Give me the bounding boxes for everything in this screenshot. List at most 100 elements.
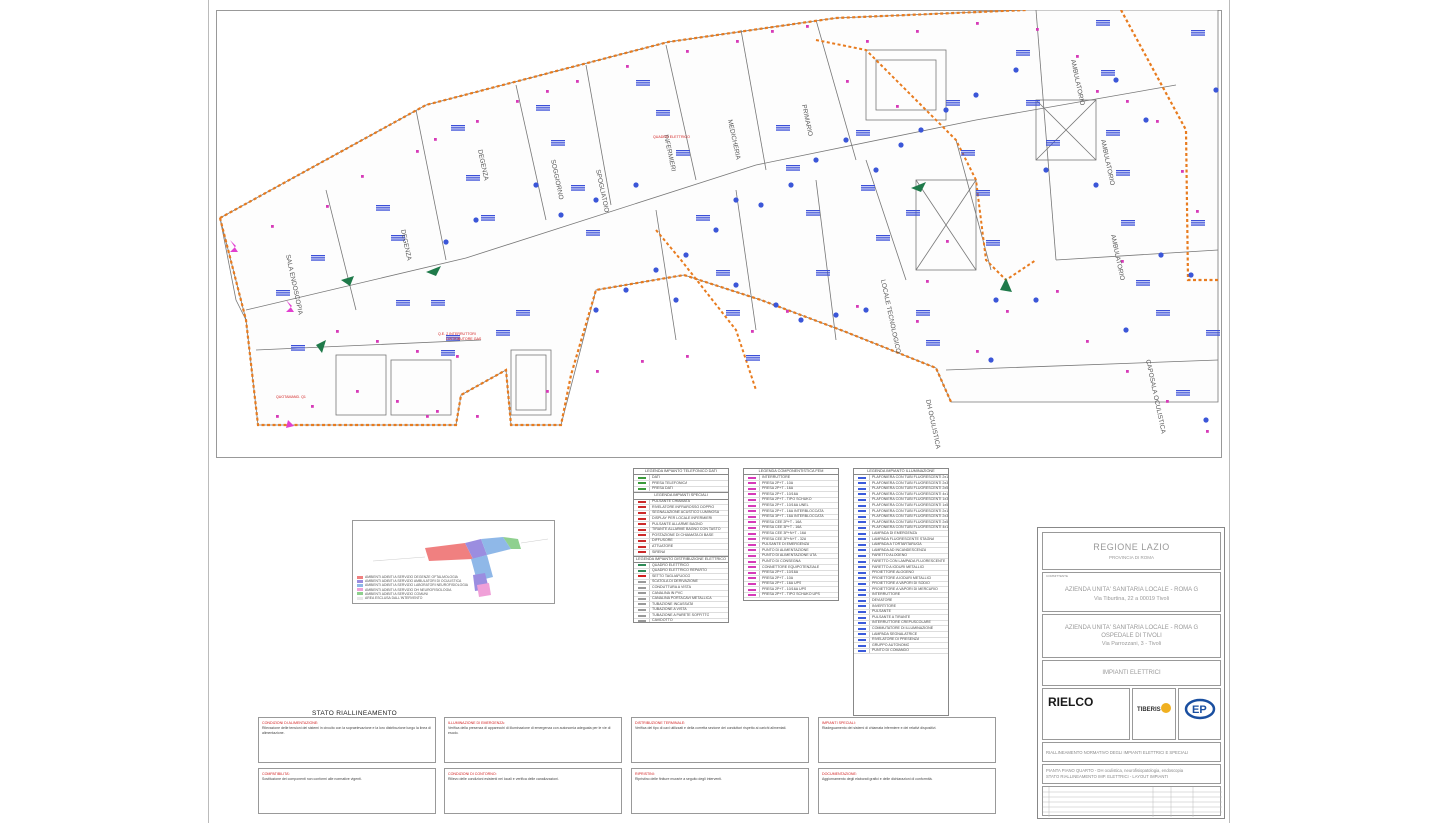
legend-special-label: DIFFUSORE bbox=[652, 538, 673, 543]
legend-ill-label: PLAFONIERA CON TUBI FLUORESCENTI 2x58W bbox=[872, 486, 948, 491]
legend-distribution-symbol-icon bbox=[634, 579, 650, 585]
emergency-light-icon bbox=[1203, 417, 1209, 423]
note-5-title: COMPATIBILITA': bbox=[262, 772, 291, 776]
emergency-light-icon bbox=[943, 107, 949, 113]
note-1: CONDIZIONI DI ALIMENTAZIONE: Rilevazione … bbox=[258, 717, 436, 763]
legend-ill-label: DEVIATORE bbox=[872, 598, 893, 603]
fluorescent-fixture-icon bbox=[1191, 30, 1205, 36]
legend-ill-symbol-icon bbox=[854, 643, 870, 648]
legend-distribution-label: CANALINA PORTACAVI METALLICA bbox=[652, 596, 712, 601]
fluorescent-fixture-icon bbox=[516, 310, 530, 316]
socket-icon bbox=[976, 22, 979, 25]
fluorescent-fixture-icon bbox=[586, 230, 600, 236]
legend-tel-label: DATI bbox=[652, 475, 660, 479]
note-8-body: Aggiornamento degli elaborati grafici e … bbox=[822, 777, 933, 782]
legend-ill-symbol-icon bbox=[854, 481, 870, 486]
legend-ill-symbol-icon bbox=[854, 604, 870, 609]
socket-icon bbox=[1181, 170, 1184, 173]
legend-tel-symbol-icon bbox=[634, 481, 650, 486]
socket-icon bbox=[686, 355, 689, 358]
legend-distribution-label: CAVIDOTTO bbox=[652, 618, 673, 623]
legend-ill-symbol-icon bbox=[854, 570, 870, 576]
note-2: ILLUMINAZIONE DI EMERGENZA: Verifica dell… bbox=[444, 717, 622, 763]
legend-distribution-symbol-icon bbox=[634, 585, 650, 590]
legend-ill-symbol-icon bbox=[854, 525, 870, 531]
fluorescent-fixture-icon bbox=[1026, 100, 1040, 106]
legend-fem-label: PRESA 2P+T - 10/16A bbox=[762, 570, 799, 575]
emergency-light-icon bbox=[593, 197, 599, 203]
legend-fem-label: PRESA CEE 3P+N+T - 16A bbox=[762, 530, 807, 535]
legend-distribution-symbol-icon bbox=[634, 607, 650, 613]
emergency-light-icon bbox=[1093, 182, 1099, 188]
legend-special-symbol-icon bbox=[634, 544, 650, 549]
socket-icon bbox=[1056, 290, 1059, 293]
fluorescent-fixture-icon bbox=[1206, 330, 1220, 336]
socket-icon bbox=[1196, 210, 1199, 213]
legend-ill-symbol-icon bbox=[854, 548, 870, 553]
legend-special-symbol-icon bbox=[634, 538, 650, 544]
tb-client1: AZIENDA UNITA' SANITARIA LOCALE - ROMA G bbox=[1064, 587, 1199, 593]
socket-icon bbox=[926, 280, 929, 283]
legend-fem-symbol-icon bbox=[744, 592, 760, 598]
tb-client1-addr: Via Tiburtina, 22 a 00019 Tivoli bbox=[1093, 596, 1170, 602]
emergency-light-icon bbox=[713, 227, 719, 233]
legend-ill-label: PROIETTORE A IODURI METALLICI bbox=[872, 575, 932, 580]
legend-special-symbol-icon bbox=[634, 510, 650, 516]
fluorescent-fixture-icon bbox=[496, 330, 510, 336]
legend-special-label: POSTAZIONE DI CHIAMATA DI BASE bbox=[652, 532, 714, 537]
legend-special-symbol-icon bbox=[634, 499, 650, 505]
legend-ill-label: PLAFONIERA CON TUBI FLUORESCENTI 4x18W bbox=[872, 491, 948, 496]
legend-ill-label: COMMUTATORE DI ILLUMINAZIONE bbox=[872, 626, 934, 631]
legend-special-label: PULSANTE ALLARME BAGNO bbox=[652, 521, 703, 526]
socket-icon bbox=[276, 415, 279, 418]
legend-fem-symbol-icon bbox=[744, 587, 760, 592]
legend-tel-label: PRESA TELEFONICA bbox=[652, 480, 688, 485]
socket-icon bbox=[476, 120, 479, 123]
fluorescent-fixture-icon bbox=[816, 270, 830, 276]
ep-logo-icon: EP bbox=[1184, 698, 1216, 720]
socket-icon bbox=[946, 240, 949, 243]
emergency-light-icon bbox=[813, 157, 819, 163]
legend-ill-label: PLAFONIERA CON TUBI FLUORESCENTI 2x58W bbox=[872, 519, 948, 524]
note-3-body: Verifica del tipo di cavi utilizzati e d… bbox=[635, 726, 787, 731]
legend-fem-label: PRESA CEE 3P+N+T - 32A bbox=[762, 536, 807, 541]
legend-fem-symbol-icon bbox=[744, 481, 760, 486]
socket-icon bbox=[846, 80, 849, 83]
legend-fem-symbol-icon bbox=[744, 525, 760, 531]
legend-ill-label: PLAFONIERA CON TUBI FLUORESCENTI 2x18W bbox=[872, 508, 948, 513]
legend-ill-symbol-icon bbox=[854, 536, 870, 542]
legend-fem-label: PRESA 2P+T - 16A bbox=[762, 486, 794, 491]
legend-fem-label: PRESA 2P+T - TIPO SCHUKO UPS bbox=[762, 592, 820, 597]
legend-ill-symbol-icon bbox=[854, 503, 870, 508]
legend-special-label: SEGNALAZIONE ACUSTICO LUMINOSA bbox=[652, 510, 720, 515]
tb-logo-tiberis-box: TIBERIS bbox=[1132, 688, 1176, 740]
fluorescent-fixture-icon bbox=[946, 100, 960, 106]
legend-ill-label: RIVELATORE DI PRESENZA bbox=[872, 637, 920, 642]
socket-icon bbox=[1006, 310, 1009, 313]
tb-region-cell: REGIONE LAZIO PROVINCIA DI ROMA bbox=[1042, 532, 1221, 570]
legend-distribution-symbol-icon bbox=[634, 596, 650, 602]
fluorescent-fixture-icon bbox=[1136, 280, 1150, 286]
sun-icon bbox=[1161, 703, 1171, 713]
revision-grid bbox=[1043, 787, 1222, 817]
legend-ill-symbol-icon bbox=[854, 626, 870, 632]
note-7-body: Ripristino delle finiture murarie a segu… bbox=[635, 777, 722, 782]
legend-ill-symbol-icon bbox=[854, 581, 870, 587]
legend-distribution-label: CANALINA IN PVC bbox=[652, 590, 683, 595]
socket-icon bbox=[916, 30, 919, 33]
emergency-light-icon bbox=[898, 142, 904, 148]
legend-ill-symbol-icon bbox=[854, 520, 870, 525]
red-annotation-label: DISTRIBUTORE GAS bbox=[446, 337, 482, 341]
emergency-light-icon bbox=[798, 317, 804, 323]
fluorescent-fixture-icon bbox=[291, 345, 305, 351]
note-8-title: DOCUMENTAZIONE: bbox=[822, 772, 857, 776]
legend-ill-symbol-icon bbox=[854, 542, 870, 548]
emergency-light-icon bbox=[988, 357, 994, 363]
stato-title: STATO RIALLINEAMENTO bbox=[312, 710, 397, 717]
tb-logo-ep-box: EP bbox=[1178, 688, 1221, 740]
fluorescent-fixture-icon bbox=[926, 340, 940, 346]
socket-icon bbox=[576, 80, 579, 83]
fluorescent-fixture-icon bbox=[696, 215, 710, 221]
note-4-body: Riadeguamento dei sistemi di chiamata in… bbox=[822, 726, 937, 731]
emergency-light-icon bbox=[683, 252, 689, 258]
